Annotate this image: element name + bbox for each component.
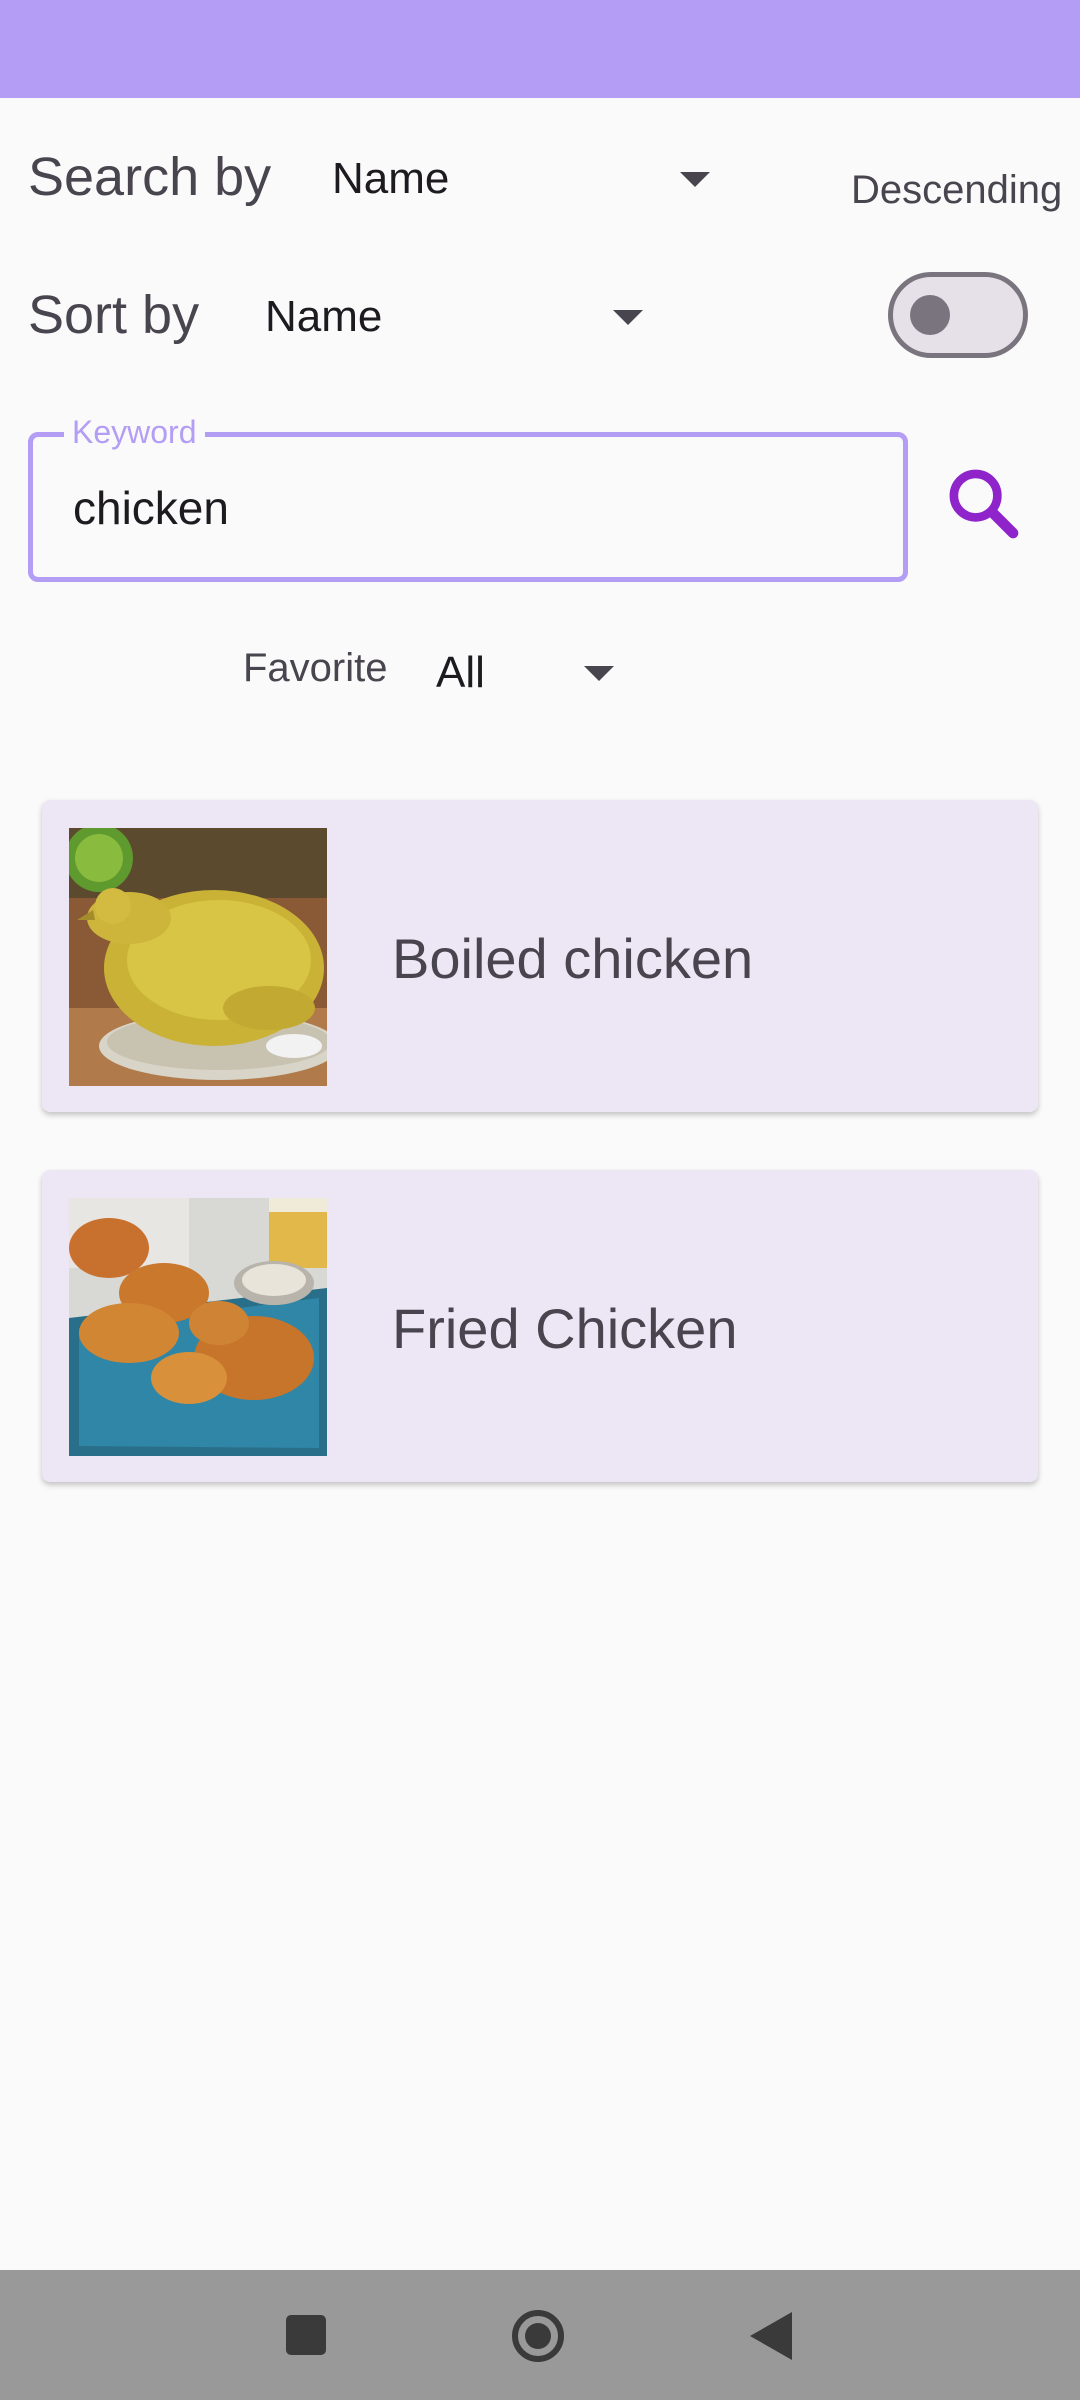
result-title: Boiled chicken (392, 927, 754, 990)
keyword-label: Keyword (64, 414, 205, 451)
result-card[interactable]: Boiled chicken (42, 800, 1038, 1112)
search-button[interactable] (940, 460, 1030, 550)
descending-label: Descending (851, 168, 1063, 212)
favorite-label: Favorite (243, 646, 388, 690)
home-icon[interactable] (511, 2309, 565, 2363)
sort-by-dropdown[interactable]: Name (265, 272, 651, 362)
dropdown-arrow-icon (584, 666, 614, 681)
search-by-dropdown[interactable]: Name (332, 134, 718, 224)
back-icon[interactable] (750, 2312, 792, 2360)
sort-by-value: Name (265, 292, 383, 341)
result-title: Fried Chicken (392, 1297, 738, 1360)
boiled-chicken-photo (69, 828, 327, 1086)
dropdown-arrow-icon (613, 310, 643, 325)
favorite-dropdown[interactable]: All (436, 628, 626, 718)
search-icon (949, 469, 1019, 539)
fried-chicken-photo (69, 1198, 327, 1456)
status-bar (0, 0, 1080, 98)
sort-by-label: Sort by (28, 285, 200, 345)
navigation-bar (0, 2270, 1080, 2400)
keyword-input[interactable] (73, 473, 873, 543)
keyword-field[interactable] (28, 432, 908, 582)
result-card[interactable]: Fried Chicken (42, 1170, 1038, 1482)
dropdown-arrow-icon (680, 172, 710, 187)
toggle-thumb (910, 295, 950, 335)
search-by-value: Name (332, 154, 450, 203)
descending-toggle[interactable] (888, 272, 1028, 358)
search-by-label: Search by (28, 147, 272, 207)
favorite-value: All (436, 648, 485, 697)
recents-icon[interactable] (286, 2315, 326, 2355)
